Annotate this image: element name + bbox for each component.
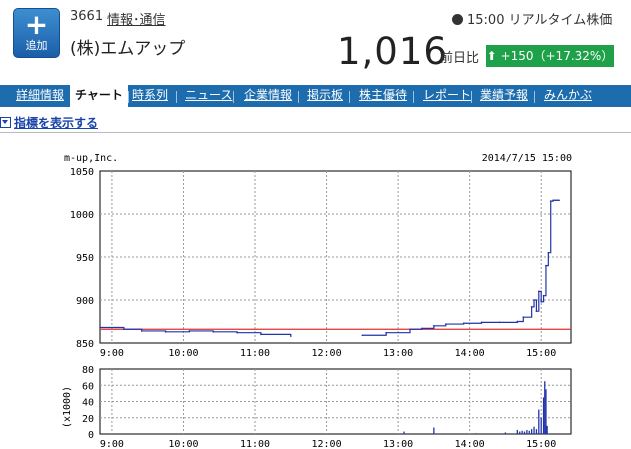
y-tick-label: 900 (76, 296, 94, 307)
company-name: (株)エムアップ (70, 39, 186, 59)
price-point (558, 199, 560, 202)
x-tick-label: 15:00 (526, 439, 556, 449)
nav-tab-3[interactable]: ニュース (185, 85, 232, 107)
y-tick-label: 80 (82, 365, 94, 376)
price-point (260, 333, 262, 336)
price-point (538, 290, 540, 293)
price-point (421, 327, 423, 330)
price-point (530, 306, 533, 308)
y-tick-label: 0 (88, 430, 94, 441)
price-point (289, 335, 292, 337)
stock-code: 3661 (70, 9, 104, 24)
nav-separator (349, 91, 350, 103)
x-tick-label: 10:00 (168, 439, 198, 449)
price-point (444, 323, 447, 325)
price-point (533, 299, 535, 301)
price-point (516, 320, 519, 323)
nav-separator (233, 91, 234, 103)
price-point (188, 330, 191, 332)
nav-tab-1[interactable]: チャート (70, 85, 128, 107)
x-tick-label: 9:00 (100, 348, 124, 359)
price-point (433, 325, 435, 327)
expand-icon (0, 117, 11, 128)
stock-nav-bar: 詳細情報 チャート 時系列 ニュース 企業情報 掲示板 株主優待 レポート 業績予報 みんかぶ (0, 85, 631, 107)
x-tick-label: 10:00 (168, 348, 198, 359)
nav-tab-6[interactable]: 株主優待 (359, 85, 407, 107)
divider (0, 132, 631, 133)
price-point (552, 199, 554, 202)
current-price: 1,016 (337, 30, 448, 73)
stock-chart: m-up,Inc. 2014/7/15 15:00 ― volume (x100… (62, 153, 572, 449)
x-tick-label: 15:00 (526, 348, 556, 359)
y-tick-label: 60 (82, 381, 94, 392)
price-point (498, 321, 501, 324)
show-indicators-label: 指標を表示する (14, 116, 99, 130)
chart-title: m-up,Inc. (64, 153, 118, 164)
chart-date: 2014/7/15 15:00 (482, 153, 572, 164)
x-tick-label: 12:00 (312, 348, 342, 359)
clock-icon (452, 14, 463, 25)
price-point (409, 328, 411, 331)
nav-separator (471, 91, 472, 103)
price-point (522, 316, 525, 318)
x-tick-label: 14:00 (455, 348, 485, 359)
price-point (236, 331, 238, 334)
realtime-text: 15:00 リアルタイム株価 (467, 13, 613, 28)
prev-day-label: 前日比 (440, 51, 480, 66)
price-point (462, 322, 465, 325)
add-button-label: 追加 (25, 39, 48, 52)
realtime-label: 15:00 リアルタイム株価 (452, 9, 612, 28)
price-change-text: +150（+17.32%） (500, 49, 614, 63)
price-point (540, 300, 542, 303)
add-to-portfolio-button[interactable]: + 追加 (13, 8, 60, 58)
x-tick-label: 13:00 (383, 439, 413, 449)
y-tick-label: 850 (76, 339, 94, 350)
price-point (140, 330, 143, 332)
nav-tab-2[interactable]: 時系列 (132, 85, 168, 107)
price-change-badge: ⬆ +150（+17.32%） (486, 45, 614, 67)
nav-separator (298, 91, 299, 103)
industry-link[interactable]: 情報･通信 (107, 9, 166, 28)
price-point (535, 310, 538, 312)
price-point (542, 294, 545, 297)
x-tick-label: 11:00 (240, 439, 270, 449)
nav-separator (176, 91, 177, 103)
price-point (212, 331, 215, 333)
x-tick-label: 9:00 (100, 439, 124, 449)
price-point (361, 334, 364, 337)
nav-tab-8[interactable]: 業績予報 (480, 85, 528, 107)
price-point (385, 331, 387, 334)
nav-tab-0[interactable]: 詳細情報 (16, 85, 64, 107)
price-point (549, 200, 552, 202)
y-tick-label: 40 (82, 398, 94, 409)
nav-separator (413, 91, 414, 103)
nav-tab-4[interactable]: 企業情報 (244, 85, 292, 107)
volume-ylabel: (x1000) (62, 386, 73, 428)
price-point (123, 328, 125, 331)
x-tick-label: 11:00 (240, 348, 270, 359)
x-tick-label: 13:00 (383, 348, 413, 359)
nav-tab-7[interactable]: レポート (423, 85, 471, 107)
price-point (545, 264, 547, 267)
x-tick-label: 12:00 (312, 439, 342, 449)
y-tick-label: 20 (82, 414, 94, 425)
nav-tab-9[interactable]: みんかぶ (544, 85, 592, 107)
y-tick-label: 1000 (70, 210, 94, 221)
price-point (480, 321, 483, 324)
price-point (164, 331, 167, 333)
plus-icon: + (24, 8, 49, 41)
up-arrow-icon: ⬆ (486, 49, 501, 63)
y-tick-label: 950 (76, 253, 94, 264)
price-point (99, 326, 101, 329)
x-tick-label: 14:00 (455, 439, 485, 449)
nav-separator (534, 91, 535, 103)
stock-header: + 追加 3661 情報･通信 (株)エムアップ 15:00 リアルタイム株価 … (0, 0, 631, 85)
show-indicators-toggle[interactable]: 指標を表示する (0, 114, 98, 131)
y-tick-label: 1050 (70, 167, 94, 178)
nav-separator (128, 91, 129, 103)
nav-tab-5[interactable]: 掲示板 (307, 85, 343, 107)
price-point (547, 251, 550, 254)
price-point (554, 199, 557, 202)
